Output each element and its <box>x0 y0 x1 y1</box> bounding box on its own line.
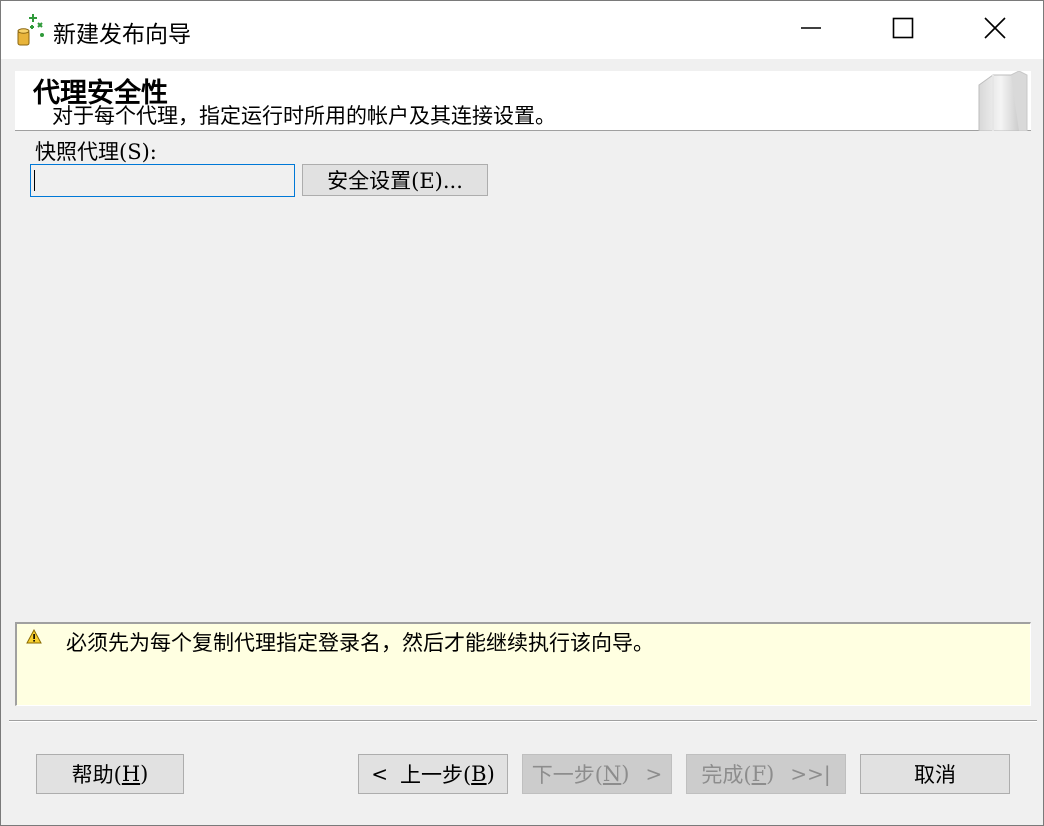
finish-button-label: 完成( <box>701 763 752 787</box>
back-button[interactable]: < 上一步(B) <box>358 754 508 794</box>
help-button-label: 帮助( <box>71 763 122 787</box>
text-caret <box>34 170 35 191</box>
next-button-accesskey: N <box>602 762 622 786</box>
next-button[interactable]: 下一步(N) > <box>522 754 672 794</box>
divider <box>9 720 1037 722</box>
warning-message: 必须先为每个复制代理指定登录名，然后才能继续执行该向导。 <box>66 631 654 655</box>
wizard-banner-icon <box>971 70 1031 132</box>
warning-panel: 必须先为每个复制代理指定登录名，然后才能继续执行该向导。 <box>15 622 1031 706</box>
snapshot-agent-input[interactable] <box>30 164 295 197</box>
finish-button-accesskey: F <box>751 762 767 786</box>
cancel-button[interactable]: 取消 <box>860 754 1010 794</box>
security-settings-button[interactable]: 安全设置(E)... <box>302 164 488 196</box>
next-button-close-paren: ) <box>621 762 630 786</box>
maximize-button[interactable] <box>857 1 949 59</box>
finish-button-close-paren: ) <box>766 762 775 786</box>
page-subtitle: 对于每个代理，指定运行时所用的帐户及其连接设置。 <box>52 104 556 128</box>
maximize-icon <box>892 17 914 43</box>
close-button[interactable] <box>949 1 1041 59</box>
finish-button[interactable]: 完成(F) >>| <box>686 754 846 794</box>
wizard-window: 新建发布向导 代理安全性 对于每个代理，指定运行时所用的帐户及其连接设置。 快照… <box>0 0 1044 826</box>
back-button-close-paren: ) <box>486 762 495 786</box>
help-button-close-paren: ) <box>140 762 149 786</box>
next-arrow-icon: > <box>645 762 663 786</box>
back-button-accesskey: B <box>471 762 487 786</box>
back-arrow-icon: < <box>371 762 388 786</box>
help-button-accesskey: H <box>121 762 141 786</box>
title-bar[interactable]: 新建发布向导 <box>1 1 1043 59</box>
publication-wizard-icon <box>16 13 48 47</box>
warning-icon <box>26 628 42 645</box>
help-button[interactable]: 帮助(H) <box>36 754 184 794</box>
close-icon <box>984 17 1006 43</box>
minimize-button[interactable] <box>765 1 857 59</box>
window-title: 新建发布向导 <box>53 22 191 48</box>
next-button-label: 下一步( <box>531 763 603 787</box>
page-header: 代理安全性 对于每个代理，指定运行时所用的帐户及其连接设置。 <box>15 70 1031 132</box>
snapshot-agent-label: 快照代理(S): <box>35 140 157 164</box>
finish-arrow-icon: >>| <box>790 762 831 786</box>
minimize-icon <box>800 17 822 43</box>
back-button-label: 上一步( <box>399 763 472 787</box>
